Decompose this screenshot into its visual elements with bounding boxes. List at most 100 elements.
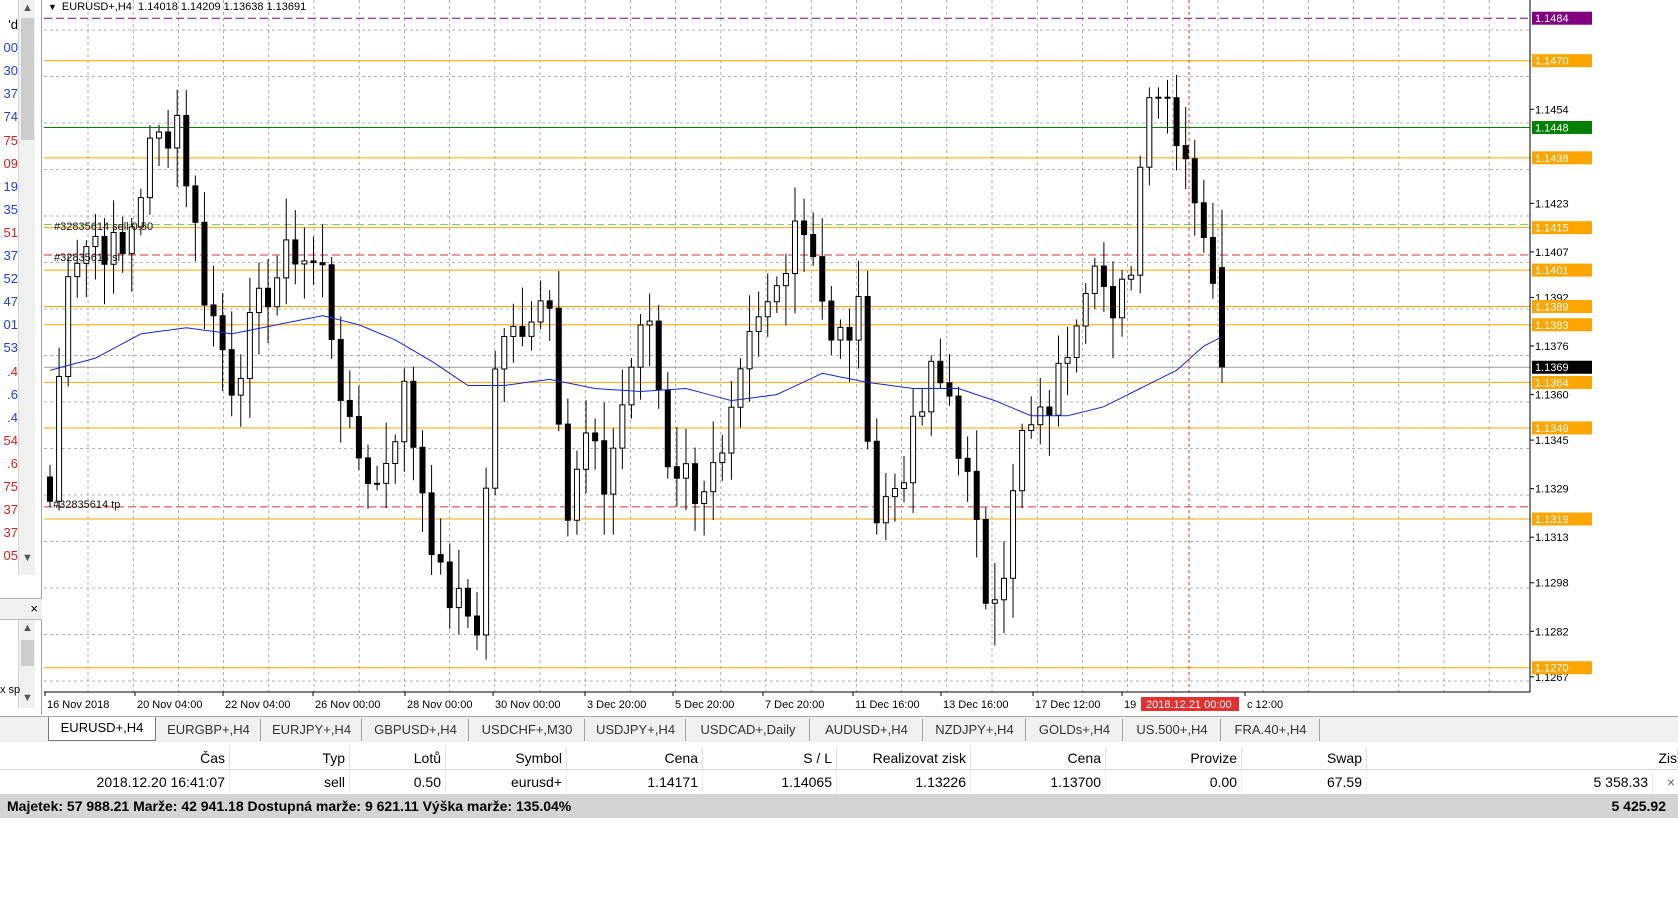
chart-header: ▼ EURUSD+,H4 1.14018 1.14209 1.13638 1.13… <box>48 1 306 13</box>
price-level-badge-label: 1.1470 <box>1535 56 1569 68</box>
candle-bull <box>492 368 499 489</box>
scroll-up-icon[interactable]: ▲ <box>19 620 36 637</box>
candle-bull <box>1028 424 1035 431</box>
price-level-badge-label: 1.1349 <box>1535 423 1569 435</box>
candle-bear <box>964 457 971 472</box>
price-chart[interactable]: 1.1454 1.1423 1.1407 1.1392 1.1376 1.1360 1.13… <box>44 0 1678 715</box>
market-watch-quote[interactable]: 01 <box>0 317 18 332</box>
market-watch-quote[interactable]: 54 <box>0 433 18 448</box>
dropdown-triangle-icon[interactable]: ▼ <box>48 2 57 12</box>
market-watch-quote[interactable]: 37 <box>0 525 18 540</box>
candle-bull <box>628 366 635 406</box>
market-watch-quote[interactable]: .4 <box>0 410 18 425</box>
candle-bear <box>446 561 453 609</box>
chart-canvas[interactable]: 1.14541.14231.14071.13921.13761.13601.13… <box>44 0 1678 715</box>
market-watch-quote[interactable]: .6 <box>0 456 18 471</box>
candle-bull <box>728 406 735 454</box>
candle-bull <box>764 301 771 318</box>
price-tick-label: 1.1454 <box>1535 104 1569 116</box>
table-cell: 1.13700 <box>971 771 1106 793</box>
column-header[interactable]: Typ <box>230 747 350 770</box>
market-watch-quote[interactable]: 51 <box>0 225 18 240</box>
market-watch-quote[interactable]: 47 <box>0 294 18 309</box>
candle-bear <box>873 440 880 524</box>
candle-bear <box>555 307 562 425</box>
column-header[interactable]: S / L <box>703 747 837 770</box>
market-watch-quote[interactable]: .4 <box>0 364 18 379</box>
candle-bull <box>246 312 253 379</box>
column-header[interactable]: Zis <box>1367 747 1678 770</box>
tab-chart[interactable]: EURGBP+,H4 <box>157 719 261 741</box>
market-watch-quote[interactable]: 74 <box>0 109 18 124</box>
candle-bear <box>47 476 53 502</box>
market-watch-scrollbar[interactable]: ▲ ▼ <box>18 0 35 575</box>
scroll-up-icon[interactable]: ▲ <box>19 0 36 17</box>
market-watch-quote[interactable]: 37 <box>0 502 18 517</box>
scrollbar-thumb[interactable] <box>21 18 34 140</box>
market-watch-quote[interactable]: 37 <box>0 86 18 101</box>
candle-bull <box>174 114 181 149</box>
candle-bull <box>74 262 81 278</box>
market-watch-quote[interactable]: 75 <box>0 479 18 494</box>
candle-bear <box>183 114 190 187</box>
candle-bull <box>837 326 844 341</box>
scrollbar-thumb[interactable] <box>21 640 34 666</box>
price-level-badge-label: 1.1319 <box>1535 514 1569 526</box>
column-header[interactable]: Čas <box>0 747 230 770</box>
candle-bear <box>1164 96 1171 99</box>
market-watch-quote[interactable]: 'd <box>0 17 18 32</box>
tab-chart[interactable]: USDCHF+,M30 <box>470 719 585 741</box>
time-tick-label: 26 Nov 00:00 <box>315 699 380 711</box>
tab-chart[interactable]: USDCAD+,Daily <box>687 719 810 741</box>
column-header[interactable]: Cena <box>971 747 1106 770</box>
navigator-scrollbar[interactable]: ▲ ▼ <box>18 620 35 708</box>
close-position-icon[interactable]: × <box>1667 771 1675 793</box>
market-watch-quote[interactable]: .6 <box>0 387 18 402</box>
tab-chart[interactable]: GBPUSD+,H4 <box>363 719 469 741</box>
column-header[interactable]: Cena <box>567 747 703 770</box>
market-watch-quote[interactable]: 09 <box>0 156 18 171</box>
market-watch-quote[interactable]: 35 <box>0 202 18 217</box>
candle-bear <box>192 185 199 223</box>
tab-chart[interactable]: NZDJPY+,H4 <box>924 719 1026 741</box>
scroll-down-icon[interactable]: ▼ <box>19 690 36 707</box>
price-level-badge-label: 1.1448 <box>1535 122 1569 134</box>
candle-bull <box>1082 292 1089 327</box>
candle-bear <box>982 518 989 604</box>
candle-bear <box>673 466 680 479</box>
crosshair-time-label: 2018.12.21 00:00 <box>1146 699 1232 711</box>
market-watch-quote[interactable]: 30 <box>0 63 18 78</box>
tab-chart[interactable]: EURJPY+,H4 <box>262 719 362 741</box>
candle-bear <box>464 587 471 617</box>
column-header[interactable]: Swap <box>1242 747 1367 770</box>
time-tick-label: 7 Dec 20:00 <box>765 699 824 711</box>
tab-chart[interactable]: EURUSD+,H4 <box>48 717 156 741</box>
column-header[interactable]: Realizovat zisk <box>837 747 971 770</box>
market-watch-quote[interactable]: 37 <box>0 248 18 263</box>
candle-bull <box>791 220 798 275</box>
candle-bull <box>56 375 63 502</box>
scroll-down-icon[interactable]: ▼ <box>19 550 36 567</box>
candle-bear <box>1219 267 1225 368</box>
close-icon[interactable]: × <box>30 601 38 617</box>
tab-chart[interactable]: USDJPY+,H4 <box>586 719 686 741</box>
column-header[interactable]: Lotů <box>350 747 446 770</box>
market-watch-quote[interactable]: 05 <box>0 548 18 563</box>
column-header[interactable]: Provize <box>1106 747 1242 770</box>
market-watch-quote[interactable]: 00 <box>0 40 18 55</box>
tab-chart[interactable]: US.500+,H4 <box>1124 719 1221 741</box>
market-watch-quote[interactable]: 53 <box>0 340 18 355</box>
tab-chart[interactable]: FRA.40+,H4 <box>1222 719 1320 741</box>
candle-bull <box>528 321 535 337</box>
total-profit: 5 425.92 <box>1611 798 1667 814</box>
table-row[interactable]: × 2018.12.20 16:41:07 sell 0.50 eurusd+ 1.14… <box>0 771 1678 793</box>
market-watch-quote[interactable]: 19 <box>0 179 18 194</box>
tab-chart[interactable]: AUDUSD+,H4 <box>811 719 923 741</box>
candle-bull <box>637 324 644 368</box>
market-watch-quote[interactable]: 52 <box>0 271 18 286</box>
tab-chart[interactable]: GOLDs+,H4 <box>1027 719 1123 741</box>
market-watch-quote[interactable]: 75 <box>0 133 18 148</box>
column-header[interactable]: Symbol <box>446 747 567 770</box>
candle-bull <box>483 487 490 636</box>
candle-bull <box>773 285 780 303</box>
